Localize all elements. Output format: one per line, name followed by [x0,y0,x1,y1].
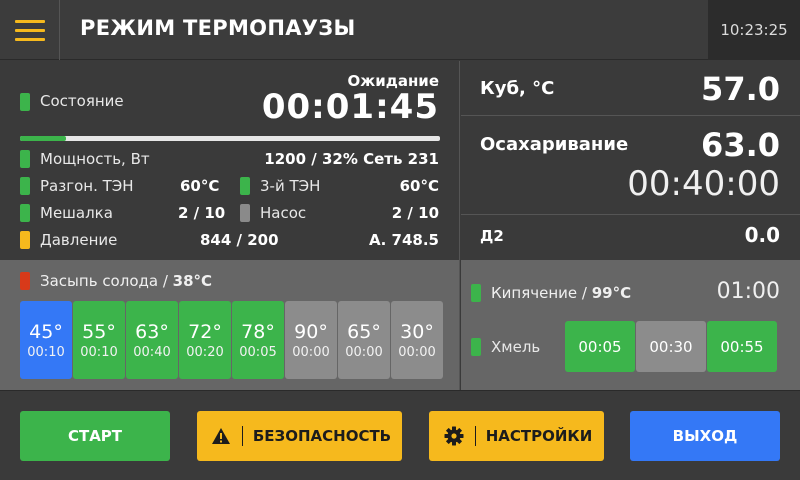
start-button[interactable]: СТАРТ [20,411,170,461]
pressure-value-2: А. 748.5 [369,231,439,249]
heater-boost-value: 60°C [180,177,220,195]
exit-button-label: ВЫХОД [672,427,738,445]
boil-time[interactable]: 01:00 [717,279,780,304]
menu-line [14,28,45,32]
button-separator [474,426,476,446]
boil-label-text: Кипячение / [491,284,592,302]
d2-value: 0.0 [744,223,780,247]
start-button-label: СТАРТ [67,427,123,445]
mash-step-temp: 55° [82,320,116,343]
mash-step[interactable]: 72° 00:20 [179,301,231,379]
mixer-value: 2 / 10 [178,204,226,222]
menu-line [14,37,45,41]
d2-label: Д2 [480,227,504,245]
saccharification-label: Осахаривание [480,134,629,155]
mixer-label: Мешалка [40,204,113,222]
button-separator [241,426,243,446]
warning-icon [208,423,234,449]
exit-button[interactable]: ВЫХОД [630,411,780,461]
heater-boost-indicator [20,177,30,195]
boil-indicator [471,284,481,302]
mash-step-temp: 45° [29,320,63,343]
mash-step-time: 00:20 [186,344,224,360]
malt-temp: 38°C [172,272,213,290]
mash-step-temp: 72° [188,320,222,343]
pump-indicator [240,204,250,222]
page-title: РЕЖИМ ТЕРМОПАУЗЫ [80,16,356,40]
mash-step[interactable]: 55° 00:10 [73,301,125,379]
saccharification-value: 63.0 [701,126,780,164]
heater-3-value: 60°C [399,177,439,195]
boil-temp: 99°C [591,284,632,302]
settings-button[interactable]: НАСТРОЙКИ [429,411,604,461]
mash-step[interactable]: 63° 00:40 [126,301,178,379]
mash-step-temp: 30° [400,320,434,343]
boil-label: Кипячение / 99°C [491,284,631,302]
hops-label: Хмель [491,338,541,356]
header-bar: РЕЖИМ ТЕРМОПАУЗЫ 10:23:25 [0,0,800,60]
menu-line [14,19,45,23]
pressure-indicator [20,231,30,249]
pressure-label: Давление [40,231,118,249]
cube-label: Куб, °C [480,78,555,99]
mash-step-temp: 63° [135,320,169,343]
stage-progress-bar [20,136,440,141]
settings-button-label: НАСТРОЙКИ [485,427,593,445]
mash-step-time: 00:10 [80,344,118,360]
status-indicator [20,93,30,111]
mixer-indicator [20,204,30,222]
boil-panel: Кипячение / 99°C 01:00 Хмель 00:05 00:30 0… [461,260,800,390]
pump-label: Насос [260,204,307,222]
mash-step[interactable]: 90° 00:00 [285,301,337,379]
power-value: 1200 / 32% Сеть 231 [264,150,439,168]
clock: 10:23:25 [708,0,800,60]
cube-value: 57.0 [701,70,780,108]
mash-step-time: 00:00 [292,344,330,360]
saccharification-timer: 00:40:00 [627,164,780,204]
mash-step-time: 00:00 [345,344,383,360]
power-label: Мощность, Вт [40,150,150,168]
hop-addition[interactable]: 00:30 [636,321,706,372]
power-indicator [20,150,30,168]
hops-indicator [471,338,481,356]
mash-step-temp: 65° [347,320,381,343]
stage-timer: 00:01:45 [261,87,439,127]
heater-3-indicator [240,177,250,195]
status-label: Состояние [40,92,124,110]
divider [461,214,800,215]
heater-boost-label: Разгон. ТЭН [40,177,134,195]
hop-additions: 00:05 00:30 00:55 [565,321,777,372]
pressure-value: 844 / 200 [200,231,279,249]
mash-step-temp: 90° [294,320,328,343]
malt-label-text: Засыпь солода / [40,272,173,290]
mash-step-temp: 78° [241,320,275,343]
footer-bar: СТАРТ БЕЗОПАСНОСТЬ НАСТРОЙКИ ВЫХОД [0,390,800,480]
mash-step[interactable]: 30° 00:00 [391,301,443,379]
mash-step-time: 00:00 [398,344,436,360]
mash-steps-panel: Засыпь солода / 38°C 45° 00:10 55° 00:10 63°… [0,260,460,390]
mash-step[interactable]: 45° 00:10 [20,301,72,379]
malt-label: Засыпь солода / 38°C [40,272,212,290]
hop-addition[interactable]: 00:55 [707,321,777,372]
divider [461,115,800,116]
hop-addition[interactable]: 00:05 [565,321,635,372]
hamburger-menu-icon[interactable] [0,0,60,60]
mash-step[interactable]: 78° 00:05 [232,301,284,379]
mash-step-time: 00:40 [133,344,171,360]
safety-button-label: БЕЗОПАСНОСТЬ [252,427,392,445]
safety-button[interactable]: БЕЗОПАСНОСТЬ [197,411,402,461]
gear-icon [441,423,467,449]
status-panel: Состояние Ожидание 00:01:45 Мощность, Вт… [0,61,460,260]
malt-indicator [20,272,30,290]
mash-step-list: 45° 00:10 55° 00:10 63° 00:40 72° 00:20 78° 00:05… [20,301,443,379]
temperature-panel: Куб, °C 57.0 Осахаривание 63.0 00:40:00 … [461,61,800,260]
progress-fill [20,136,67,141]
mash-step[interactable]: 65° 00:00 [338,301,390,379]
heater-3-label: 3-й ТЭН [260,177,321,195]
mash-step-time: 00:10 [27,344,65,360]
pump-value: 2 / 10 [391,204,439,222]
mash-step-time: 00:05 [239,344,277,360]
